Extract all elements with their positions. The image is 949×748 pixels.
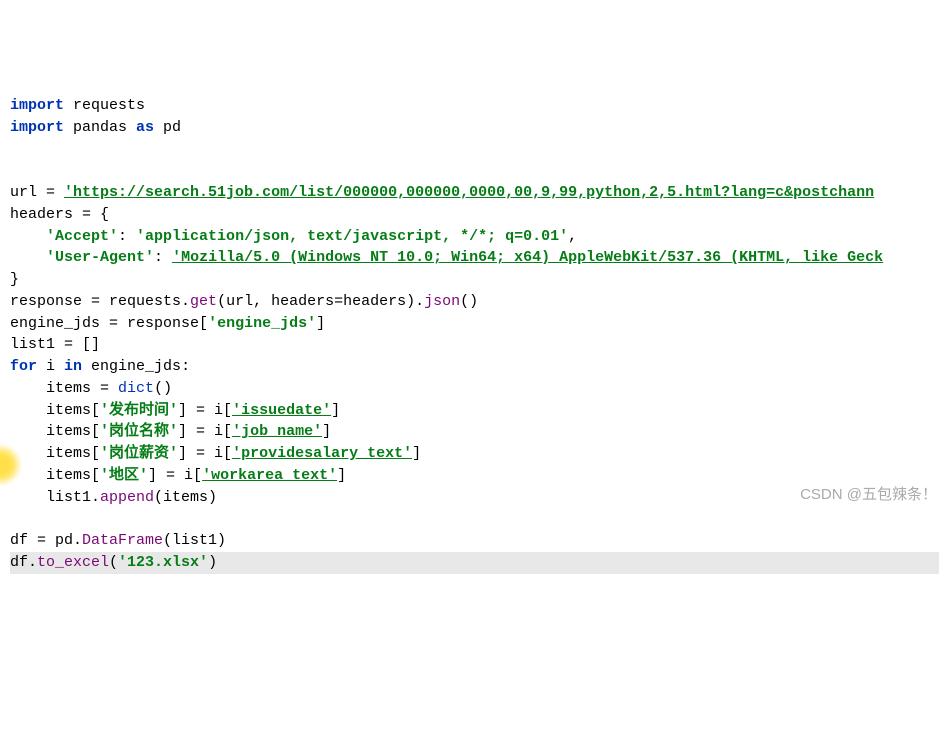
string-key: '发布时间' [100, 402, 178, 419]
string-key: '地区' [100, 467, 148, 484]
keyword-import: import [10, 119, 64, 136]
method-dataframe: DataFrame [82, 532, 163, 549]
code-line-14: items = dict() [10, 378, 939, 400]
method-append: append [100, 489, 154, 506]
string-value: 'workarea_text' [202, 467, 337, 484]
code-line-12: list1 = [] [10, 334, 939, 356]
code-line-8: 'User-Agent': 'Mozilla/5.0 (Windows NT 1… [10, 247, 939, 269]
code-line-7: 'Accept': 'application/json, text/javasc… [10, 226, 939, 248]
method-toexcel: to_excel [37, 554, 109, 571]
method-get: get [190, 293, 217, 310]
code-line-13: for i in engine_jds: [10, 356, 939, 378]
keyword-in: in [64, 358, 82, 375]
code-line-21: df = pd.DataFrame(list1) [10, 530, 939, 552]
keyword-import: import [10, 97, 64, 114]
code-line-1: import requests [10, 95, 939, 117]
string-value: 'job_name' [232, 423, 322, 440]
string-filename: '123.xlsx' [118, 554, 208, 571]
keyword-for: for [10, 358, 37, 375]
code-line-10: response = requests.get(url, headers=hea… [10, 291, 939, 313]
string-value: 'Mozilla/5.0 (Windows NT 10.0; Win64; x6… [172, 249, 883, 266]
string-key: 'engine_jds' [208, 315, 316, 332]
code-line-18: items['地区'] = i['workarea_text'] [10, 465, 939, 487]
builtin-dict: dict [118, 380, 154, 397]
code-line-11: engine_jds = response['engine_jds'] [10, 313, 939, 335]
code-line-blank [10, 508, 939, 530]
code-line-2: import pandas as pd [10, 117, 939, 139]
string-url: 'https://search.51job.com/list/000000,00… [64, 184, 874, 201]
code-line-blank [10, 139, 939, 161]
method-json: json [424, 293, 460, 310]
string-key: 'Accept' [46, 228, 118, 245]
code-line-17: items['岗位薪资'] = i['providesalary_text'] [10, 443, 939, 465]
keyword-as: as [136, 119, 154, 136]
code-line-15: items['发布时间'] = i['issuedate'] [10, 400, 939, 422]
code-line-9: } [10, 269, 939, 291]
string-key: '岗位名称' [100, 423, 178, 440]
string-value: 'issuedate' [232, 402, 331, 419]
string-key: 'User-Agent' [46, 249, 154, 266]
code-line-blank [10, 160, 939, 182]
watermark-text: CSDN @五包辣条！ [800, 484, 937, 506]
string-value: 'application/json, text/javascript, */*;… [136, 228, 568, 245]
code-line-16: items['岗位名称'] = i['job_name'] [10, 421, 939, 443]
string-value: 'providesalary_text' [232, 445, 412, 462]
string-key: '岗位薪资' [100, 445, 178, 462]
code-line-22-current: df.to_excel('123.xlsx') [10, 552, 939, 574]
code-line-6: headers = { [10, 204, 939, 226]
code-line-5: url = 'https://search.51job.com/list/000… [10, 182, 939, 204]
